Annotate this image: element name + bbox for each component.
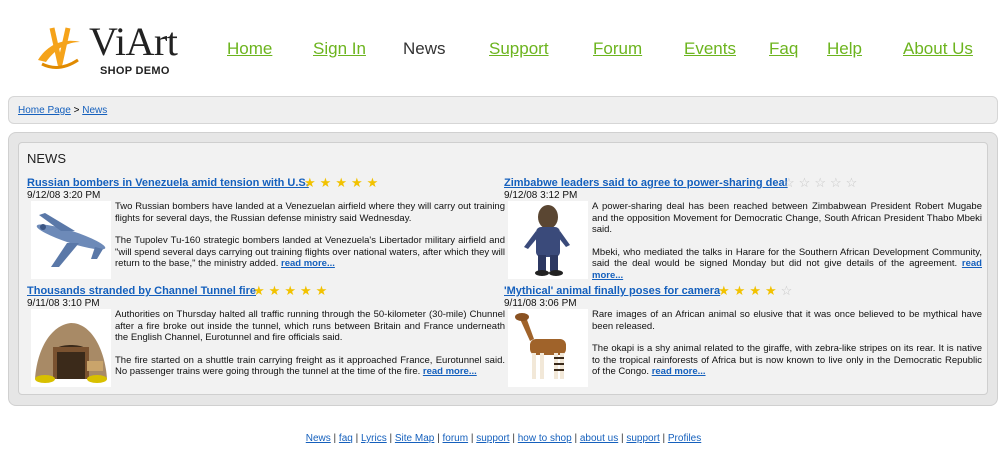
star-filled-icon[interactable]: ★	[316, 283, 332, 298]
news-item-body: A power-sharing deal has been reached be…	[592, 201, 982, 292]
news-item-body: Rare images of an African animal so elus…	[592, 309, 982, 389]
news-item: Russian bombers in Venezuela amid tensio…	[27, 175, 505, 279]
news-content: NEWS Russian bombers in Venezuela amid t…	[18, 142, 988, 395]
logo-name: ViArt	[89, 19, 178, 64]
footer-separator: |	[352, 433, 361, 444]
news-item-body: Two Russian bombers have landed at a Ven…	[115, 201, 505, 281]
news-item-date: 9/12/08 3:12 PM	[504, 190, 578, 201]
read-more-link[interactable]: read more...	[423, 366, 477, 377]
news-item-title[interactable]: Zimbabwe leaders said to agree to power-…	[504, 177, 788, 189]
footer-separator: |	[571, 433, 580, 444]
footer-link[interactable]: Lyrics	[361, 433, 387, 444]
news-item-date: 9/12/08 3:20 PM	[27, 190, 101, 201]
star-empty-icon[interactable]: ☆	[799, 175, 815, 190]
star-filled-icon[interactable]: ★	[304, 175, 320, 190]
news-item-paragraph: Authorities on Thursday halted all traff…	[115, 309, 505, 343]
rating-stars[interactable]: ★★★★★	[253, 283, 331, 299]
footer-separator: |	[659, 433, 668, 444]
tunnel-entrance-image[interactable]	[31, 309, 111, 387]
okapi-image[interactable]	[508, 309, 588, 387]
star-empty-icon[interactable]: ☆	[846, 175, 862, 190]
read-more-link[interactable]: read more...	[652, 366, 706, 377]
breadcrumb-current[interactable]: News	[82, 105, 107, 116]
footer-link[interactable]: support	[626, 433, 659, 444]
star-empty-icon[interactable]: ☆	[814, 175, 830, 190]
star-filled-icon[interactable]: ★	[734, 283, 750, 298]
news-item-paragraph: Mbeki, who mediated the talks in Harare …	[592, 246, 982, 270]
logo-swoosh-icon	[38, 27, 80, 69]
breadcrumb: Home Page > News	[8, 96, 998, 124]
nav-help[interactable]: Help	[827, 39, 862, 59]
footer-separator: |	[509, 433, 518, 444]
news-item-title[interactable]: Thousands stranded by Channel Tunnel fir…	[27, 285, 256, 297]
footer-link[interactable]: about us	[580, 433, 618, 444]
nav-events[interactable]: Events	[684, 39, 736, 59]
news-heading: NEWS	[27, 151, 66, 166]
logo-subtitle: SHOP DEMO	[100, 65, 170, 77]
star-filled-icon[interactable]: ★	[320, 175, 336, 190]
news-item-title[interactable]: Russian bombers in Venezuela amid tensio…	[27, 177, 309, 189]
breadcrumb-separator: >	[73, 105, 80, 116]
breadcrumb-home[interactable]: Home Page	[18, 105, 71, 116]
footer-separator: |	[386, 433, 395, 444]
star-filled-icon[interactable]: ★	[351, 175, 367, 190]
leader-caricature-image[interactable]	[508, 201, 588, 279]
star-empty-icon[interactable]: ☆	[783, 175, 799, 190]
footer-link[interactable]: how to shop	[518, 433, 572, 444]
news-item-date: 9/11/08 3:06 PM	[504, 298, 577, 309]
news-item: 'Mythical' animal finally poses for came…	[504, 283, 982, 387]
footer-links: News | faq | Lyrics | Site Map | forum |…	[0, 433, 1007, 444]
nav-sign-in[interactable]: Sign In	[313, 39, 366, 59]
footer-link[interactable]: Site Map	[395, 433, 434, 444]
news-item-paragraph: The okapi is a shy animal related to the…	[592, 343, 982, 377]
news-item: Thousands stranded by Channel Tunnel fir…	[27, 283, 505, 387]
footer-separator: |	[330, 433, 339, 444]
star-filled-icon[interactable]: ★	[335, 175, 351, 190]
bomber-plane-image[interactable]	[31, 201, 111, 279]
footer-link[interactable]: News	[306, 433, 331, 444]
footer-link[interactable]: faq	[339, 433, 353, 444]
news-item-paragraph: A power-sharing deal has been reached be…	[592, 201, 982, 235]
news-item: Zimbabwe leaders said to agree to power-…	[504, 175, 982, 281]
star-filled-icon[interactable]: ★	[269, 283, 285, 298]
nav-support[interactable]: Support	[489, 39, 549, 59]
news-item-title[interactable]: 'Mythical' animal finally poses for came…	[504, 285, 720, 297]
rating-stars[interactable]: ☆☆☆☆☆	[783, 175, 861, 191]
site-header: ViArt SHOP DEMO Home Sign In News Suppor…	[0, 0, 1007, 90]
star-filled-icon[interactable]: ★	[765, 283, 781, 298]
nav-about-us[interactable]: About Us	[903, 39, 973, 59]
footer-separator: |	[434, 433, 443, 444]
star-filled-icon[interactable]: ★	[367, 175, 383, 190]
footer-link[interactable]: support	[476, 433, 509, 444]
rating-stars[interactable]: ★★★★☆	[718, 283, 796, 299]
star-filled-icon[interactable]: ★	[284, 283, 300, 298]
news-panel: NEWS Russian bombers in Venezuela amid t…	[8, 132, 998, 406]
nav-forum[interactable]: Forum	[593, 39, 642, 59]
footer-link[interactable]: forum	[443, 433, 469, 444]
star-filled-icon[interactable]: ★	[718, 283, 734, 298]
news-item-paragraph: Rare images of an African animal so elus…	[592, 309, 982, 332]
star-filled-icon[interactable]: ★	[300, 283, 316, 298]
footer-separator: |	[468, 433, 477, 444]
site-logo[interactable]: ViArt SHOP DEMO	[34, 20, 194, 80]
nav-home[interactable]: Home	[227, 39, 272, 59]
news-item-date: 9/11/08 3:10 PM	[27, 298, 100, 309]
news-item-body: Authorities on Thursday halted all traff…	[115, 309, 505, 389]
star-empty-icon[interactable]: ☆	[781, 283, 797, 298]
nav-faq[interactable]: Faq	[769, 39, 798, 59]
star-empty-icon[interactable]: ☆	[830, 175, 846, 190]
nav-news-active: News	[403, 39, 446, 58]
footer-link[interactable]: Profiles	[668, 433, 701, 444]
rating-stars[interactable]: ★★★★★	[304, 175, 382, 191]
read-more-link[interactable]: read more...	[281, 258, 335, 269]
news-item-paragraph: Two Russian bombers have landed at a Ven…	[115, 201, 505, 224]
star-filled-icon[interactable]: ★	[749, 283, 765, 298]
star-filled-icon[interactable]: ★	[253, 283, 269, 298]
